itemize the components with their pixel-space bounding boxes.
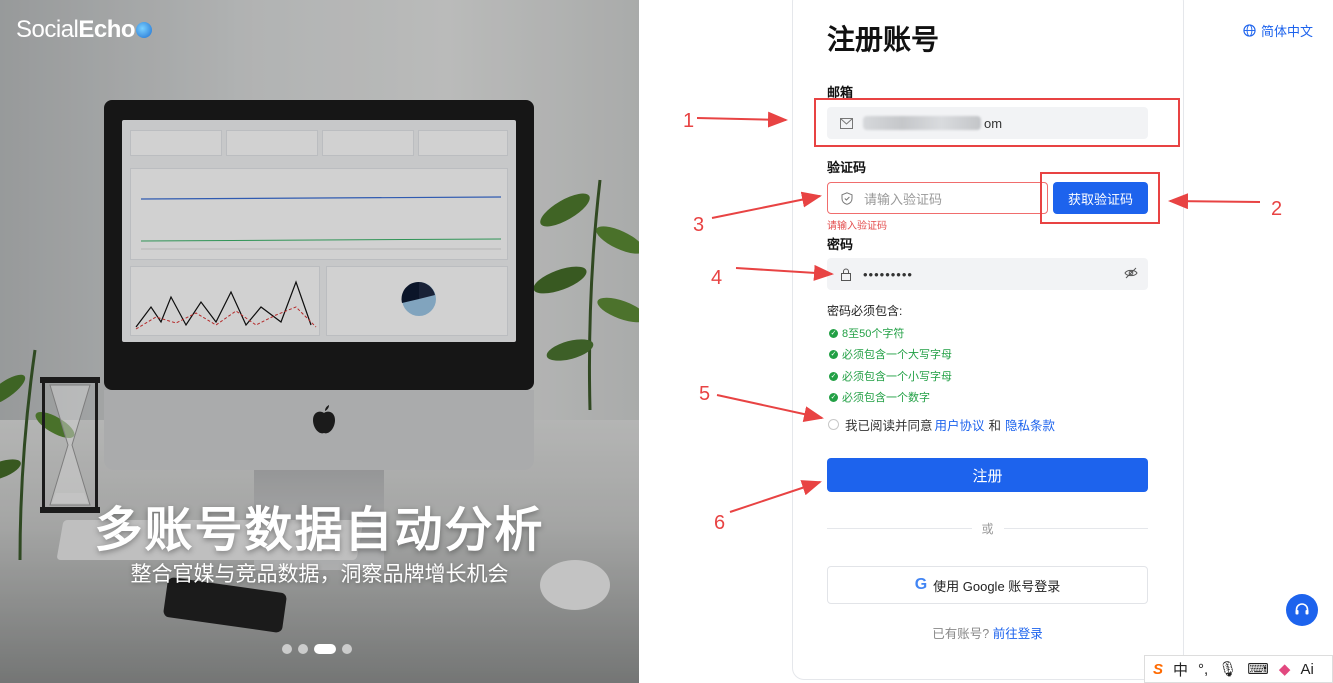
annotation-number: 6	[714, 512, 726, 534]
annotation-number: 4	[711, 267, 723, 289]
arrow-2	[1168, 193, 1261, 210]
annotation-arrows	[696, 111, 1261, 513]
arrow-5	[716, 394, 824, 422]
arrow-1	[696, 111, 788, 128]
arrow-6	[729, 480, 822, 513]
arrow-3	[711, 191, 822, 219]
annotation-number: 5	[699, 383, 711, 405]
annotation-number: 3	[693, 214, 705, 236]
arrow-4	[735, 264, 834, 281]
annotation-number: 1	[683, 110, 695, 132]
annotation-number: 2	[1271, 198, 1283, 220]
